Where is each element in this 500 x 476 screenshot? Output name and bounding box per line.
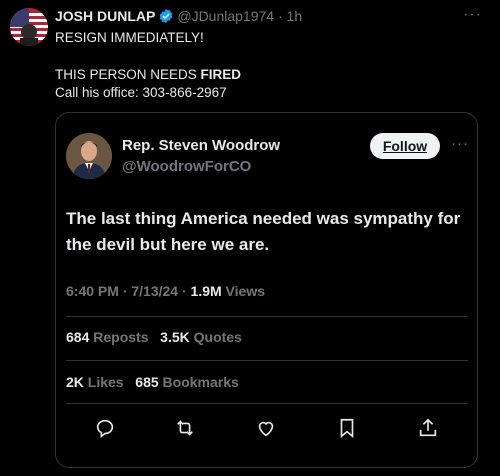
author-avatar[interactable] — [10, 8, 48, 46]
bookmarks-count: 685 — [135, 374, 159, 390]
quotes-stat[interactable]: 3.5K Quotes — [160, 329, 242, 345]
post-line-2-bold: FIRED — [200, 67, 242, 82]
author-name[interactable]: JOSH DUNLAP — [55, 8, 155, 24]
reposts-count: 684 — [66, 329, 90, 345]
share-icon[interactable] — [417, 417, 439, 439]
quoted-post-time[interactable]: 6:40 PM — [66, 283, 119, 299]
more-options-icon[interactable]: ··· — [463, 6, 482, 24]
quoted-post-date[interactable]: 7/13/24 — [131, 283, 178, 299]
author-handle[interactable]: @JDunlap1974 — [177, 8, 274, 24]
post-header: JOSH DUNLAP @JDunlap1974 · 1h — [55, 8, 302, 24]
action-bar — [56, 413, 479, 443]
post-line-2-text: THIS PERSON NEEDS — [55, 67, 201, 82]
reposts-label: Reposts — [89, 329, 149, 345]
reposts-stat[interactable]: 684 Reposts — [66, 329, 148, 345]
quoted-author-handle[interactable]: @WoodrowForCO — [122, 158, 251, 175]
like-icon[interactable] — [255, 417, 277, 439]
quoted-author-avatar[interactable] — [66, 133, 112, 179]
divider — [66, 403, 468, 404]
meta-dot: · — [122, 283, 128, 299]
quoted-author-name[interactable]: Rep. Steven Woodrow — [122, 137, 280, 154]
bookmark-icon[interactable] — [336, 417, 358, 439]
bookmarks-label: Bookmarks — [158, 374, 239, 390]
likes-label: Likes — [83, 374, 124, 390]
portrait-avatar-image — [66, 133, 112, 179]
post-line-3: Call his office: 303-866-2967 — [55, 85, 227, 100]
post-line-1: RESIGN IMMEDIATELY! — [55, 30, 204, 45]
divider — [66, 316, 468, 317]
divider — [66, 360, 468, 361]
post-metadata: 6:40 PM · 7/13/24 · 1.9M Views — [66, 283, 265, 299]
bookmarks-stat[interactable]: 685 Bookmarks — [135, 374, 239, 390]
likes-stat[interactable]: 2K Likes — [66, 374, 124, 390]
quoted-post-text: The last thing America needed was sympat… — [66, 209, 461, 254]
repost-quote-stats: 684 Reposts 3.5K Quotes — [66, 329, 242, 345]
reply-icon[interactable] — [94, 417, 116, 439]
verified-badge-icon — [158, 8, 174, 24]
quoted-post-card[interactable]: Rep. Steven Woodrow @WoodrowForCO Follow… — [55, 112, 478, 468]
quotes-count: 3.5K — [160, 329, 190, 345]
likes-count: 2K — [66, 374, 84, 390]
post-time[interactable]: 1h — [287, 8, 303, 24]
quoted-more-options-icon[interactable]: ··· — [451, 135, 469, 152]
like-bookmark-stats: 2K Likes 685 Bookmarks — [66, 374, 239, 390]
views-count: 1.9M — [190, 283, 222, 299]
time-separator: · — [277, 8, 283, 24]
meta-dot: · — [181, 283, 187, 299]
post-line-2: THIS PERSON NEEDS FIRED — [55, 67, 241, 82]
quotes-label: Quotes — [189, 329, 242, 345]
repost-icon[interactable] — [174, 417, 196, 439]
follow-button[interactable]: Follow — [370, 133, 440, 159]
flag-avatar-image — [10, 8, 48, 46]
views-label: Views — [221, 283, 265, 299]
